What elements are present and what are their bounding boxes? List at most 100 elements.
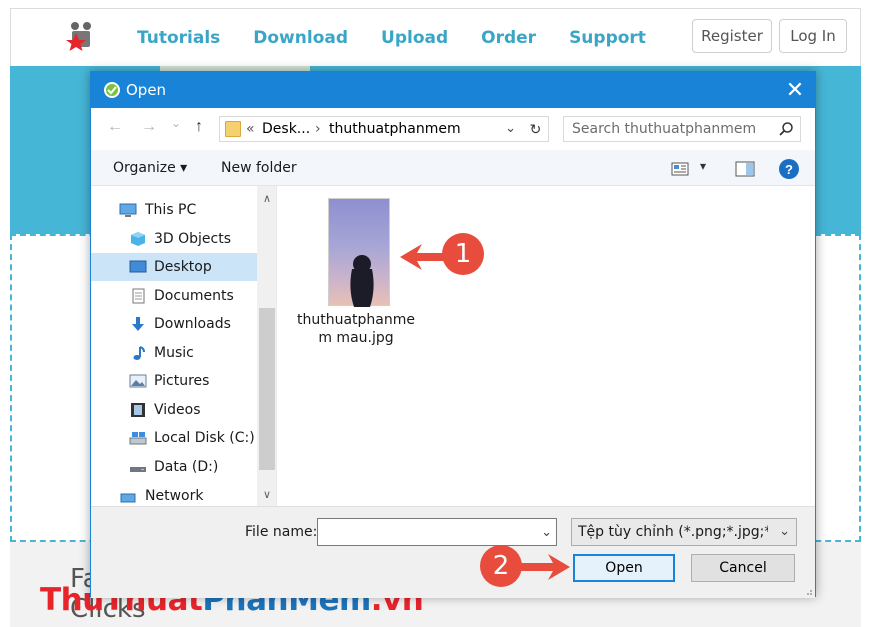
nav-upload[interactable]: Upload xyxy=(381,28,448,48)
recent-locations-button[interactable]: ⌄ xyxy=(171,116,181,130)
file-name-dropdown-icon[interactable]: ⌄ xyxy=(541,524,552,540)
annotation-arrow-2 xyxy=(518,554,570,580)
nav-label: Music xyxy=(154,345,194,361)
nav-tutorials[interactable]: Tutorials xyxy=(137,28,220,48)
forward-button[interactable]: → xyxy=(141,118,157,136)
scroll-down-icon[interactable]: ∨ xyxy=(257,484,276,504)
address-bar[interactable]: « Desk... › thuthuatphanmem ⌄ xyxy=(219,116,549,142)
nav-documents[interactable]: Documents xyxy=(91,282,257,310)
cube-icon xyxy=(131,232,145,246)
pictures-icon xyxy=(129,374,147,388)
up-arrow-icon: ↑ xyxy=(195,118,203,135)
nav-label: Local Disk (C:) xyxy=(154,430,255,446)
open-dialog: Open ✕ ← → ⌄ ↑ « Desk... › thuthuatphanm… xyxy=(90,71,816,598)
app-icon xyxy=(104,82,120,98)
scroll-thumb[interactable] xyxy=(259,308,275,470)
address-dropdown-icon[interactable]: ⌄ xyxy=(505,120,516,136)
new-folder-button[interactable]: New folder xyxy=(221,160,297,176)
nav-data-d[interactable]: Data (D:) xyxy=(91,453,257,481)
image-thumbnail[interactable] xyxy=(328,198,390,307)
file-type-value: Tệp tùy chỉnh (*.png;*.jpg;*.jpe xyxy=(578,524,768,540)
nav-download[interactable]: Download xyxy=(253,28,348,48)
forward-arrow-icon: → xyxy=(141,118,157,135)
nav-support[interactable]: Support xyxy=(569,28,646,48)
site-logo-icon[interactable] xyxy=(63,19,97,53)
navigation-pane: This PC 3D Objects Desktop Documents Dow… xyxy=(91,186,277,506)
breadcrumb-desktop[interactable]: Desk... xyxy=(262,121,310,137)
site-header: Tutorials Download Upload Order Support … xyxy=(10,8,861,66)
nav-order[interactable]: Order xyxy=(481,28,536,48)
file-list[interactable]: thuthuatphanme m mau.jpg xyxy=(278,186,815,506)
silhouette-image xyxy=(350,255,374,307)
file-item[interactable]: thuthuatphanme m mau.jpg xyxy=(296,196,416,356)
search-input[interactable]: Search thuthuatphanmem xyxy=(572,121,756,137)
nav-music[interactable]: Music xyxy=(91,339,257,367)
file-name-line2: m mau.jpg xyxy=(318,330,394,346)
dialog-titlebar[interactable]: Open ✕ xyxy=(91,72,815,108)
breadcrumb-current-folder[interactable]: thuthuatphanmem xyxy=(329,121,461,137)
drive-icon xyxy=(130,467,146,472)
close-icon: ✕ xyxy=(785,77,805,102)
refresh-icon: ↻ xyxy=(529,120,542,137)
dialog-footer: File name: ⌄ Tệp tùy chỉnh (*.png;*.jpg;… xyxy=(91,506,815,598)
nav-videos[interactable]: Videos xyxy=(91,396,257,424)
site-nav: Tutorials Download Upload Order Support xyxy=(137,28,679,48)
file-type-select[interactable]: Tệp tùy chỉnh (*.png;*.jpg;*.jpe ⌄ xyxy=(571,518,797,546)
login-button[interactable]: Log In xyxy=(779,19,847,53)
nav-pictures[interactable]: Pictures xyxy=(91,367,257,395)
nav-label: Pictures xyxy=(154,373,210,389)
nav-3d-objects[interactable]: 3D Objects xyxy=(91,225,257,253)
scroll-up-icon[interactable]: ∧ xyxy=(257,188,276,208)
drive-icon xyxy=(129,432,147,445)
open-button[interactable]: Open xyxy=(573,554,675,582)
resize-grip-icon[interactable] xyxy=(803,586,813,596)
film-icon xyxy=(131,403,145,417)
back-arrow-icon: ← xyxy=(107,118,123,135)
annotation-arrow-1 xyxy=(400,244,446,270)
step-2-badge: 2 xyxy=(480,545,522,587)
chevron-down-icon: ⌄ xyxy=(171,116,182,130)
file-type-dropdown-icon[interactable]: ⌄ xyxy=(779,524,790,539)
dialog-title: Open xyxy=(126,81,167,99)
close-button[interactable]: ✕ xyxy=(775,72,815,108)
refresh-button[interactable]: ↻ xyxy=(523,116,549,142)
cancel-button[interactable]: Cancel xyxy=(691,554,795,582)
organize-button[interactable]: Organize ▾ xyxy=(113,160,187,176)
nav-label: Network xyxy=(145,488,204,504)
address-overflow[interactable]: « xyxy=(246,121,255,137)
file-name-label: File name: xyxy=(245,524,318,540)
desktop-icon xyxy=(129,260,147,273)
nav-label: Videos xyxy=(154,402,201,418)
nav-label: Desktop xyxy=(154,259,212,275)
nav-label: 3D Objects xyxy=(154,231,232,247)
folder-icon xyxy=(225,121,241,137)
file-name-text[interactable]: thuthuatphanme m mau.jpg xyxy=(296,311,416,347)
nav-desktop[interactable]: Desktop xyxy=(91,253,257,281)
nav-downloads[interactable]: Downloads xyxy=(91,310,257,338)
document-icon xyxy=(132,288,145,304)
music-note-icon xyxy=(133,346,145,360)
nav-network[interactable]: Network xyxy=(91,482,257,506)
breadcrumb-separator[interactable]: › xyxy=(315,121,321,137)
view-dropdown-icon[interactable]: ▾ xyxy=(700,159,706,173)
download-arrow-icon xyxy=(132,317,144,331)
address-row: ← → ⌄ ↑ « Desk... › thuthuatphanmem ⌄ ↻ … xyxy=(91,108,815,150)
view-options-icon[interactable] xyxy=(671,162,689,176)
step-1-badge: 1 xyxy=(442,233,484,275)
search-icon[interactable] xyxy=(778,121,794,137)
register-button[interactable]: Register xyxy=(692,19,772,53)
nav-local-disk-c[interactable]: Local Disk (C:) xyxy=(91,424,257,452)
nav-label: Data (D:) xyxy=(154,459,219,475)
up-button[interactable]: ↑ xyxy=(195,118,203,136)
computer-icon xyxy=(119,203,137,217)
nav-label: Documents xyxy=(154,288,234,304)
file-name-line1: thuthuatphanme xyxy=(296,312,415,328)
search-box[interactable]: Search thuthuatphanmem xyxy=(563,116,801,142)
help-icon[interactable]: ? xyxy=(779,159,799,179)
file-name-field[interactable]: ⌄ xyxy=(317,518,557,546)
nav-label: This PC xyxy=(145,202,197,218)
preview-pane-icon[interactable] xyxy=(735,161,755,177)
back-button[interactable]: ← xyxy=(107,118,123,136)
nav-this-pc[interactable]: This PC xyxy=(91,196,257,224)
nav-scrollbar[interactable]: ∧ ∨ xyxy=(257,186,276,506)
